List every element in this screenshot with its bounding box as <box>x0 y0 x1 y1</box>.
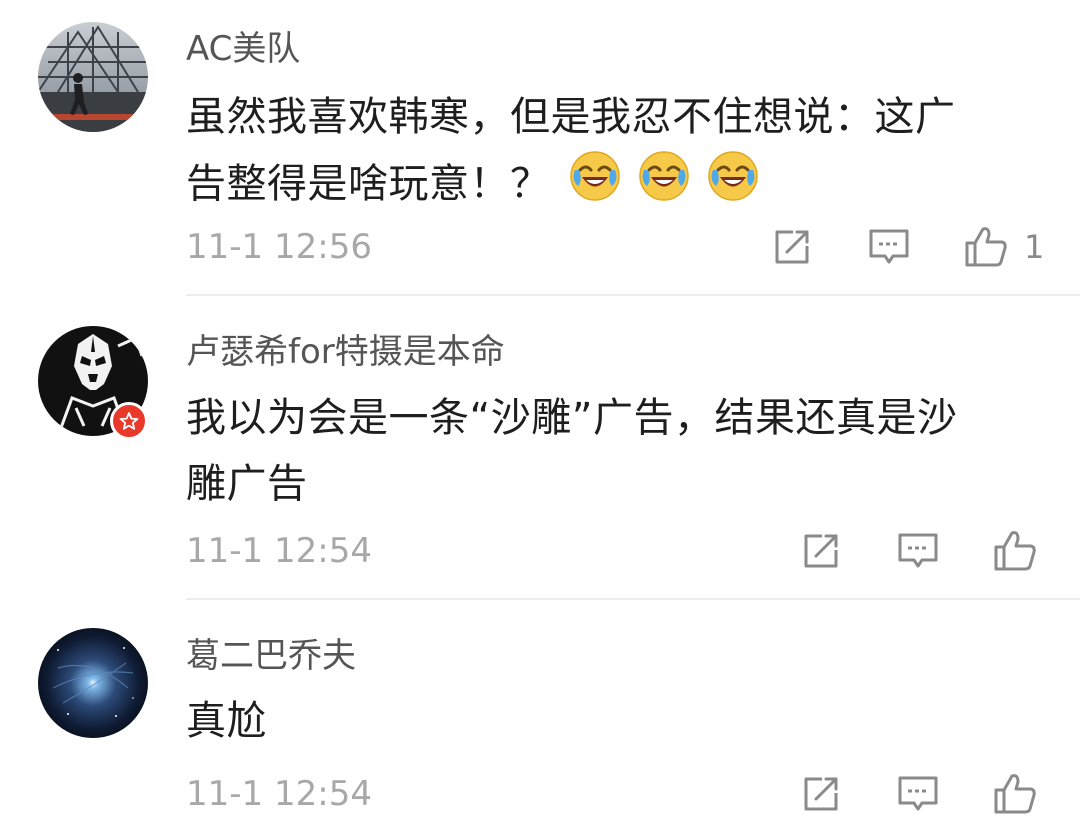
laughing-tears-emoji <box>707 150 759 222</box>
timestamp: 11-1 12:54 <box>186 774 372 814</box>
comment-item: 葛二巴乔夫 真尬 11-1 12:54 <box>0 600 1080 821</box>
like-button[interactable] <box>963 224 1009 270</box>
star-badge-icon <box>119 412 139 430</box>
comment-text-line: 虽然我喜欢韩寒，但是我忍不住想说：这广 <box>186 94 956 140</box>
share-icon <box>804 534 838 568</box>
share-button[interactable] <box>798 528 844 574</box>
timestamp: 11-1 12:54 <box>186 531 372 571</box>
share-button[interactable] <box>769 224 815 270</box>
emoji-row <box>569 150 763 222</box>
comment-text-line-with-emoji: 告整得是啥玩意！？ <box>186 150 1046 222</box>
comment-text-line: 真尬 <box>186 698 267 744</box>
comment-item: AC美队 虽然我喜欢韩寒，但是我忍不住想说：这广 告整得是啥玩意！？ 11-1 … <box>0 0 1080 296</box>
comment-text-line: 雕广告 <box>186 461 308 507</box>
comment-icon <box>898 776 938 811</box>
avatar[interactable] <box>38 22 148 132</box>
thumbs-up-icon <box>994 774 1036 814</box>
comment-text: 虽然我喜欢韩寒，但是我忍不住想说：这广 告整得是啥玩意！？ <box>186 84 1046 222</box>
verified-badge <box>110 402 148 440</box>
comment-button[interactable] <box>895 528 941 574</box>
comment-button[interactable] <box>895 771 941 817</box>
share-icon <box>804 777 838 811</box>
avatar[interactable] <box>38 628 148 738</box>
username[interactable]: 葛二巴乔夫 <box>186 636 356 676</box>
like-count: 1 <box>1024 228 1045 266</box>
comment-text-line: 我以为会是一条“沙雕”广告，结果还真是沙 <box>186 395 958 441</box>
share-button[interactable] <box>798 771 844 817</box>
username[interactable]: AC美队 <box>186 29 300 69</box>
comment-item: 卢瑟希for特摄是本命 我以为会是一条“沙雕”广告，结果还真是沙 雕广告 11-… <box>0 296 1080 600</box>
comment-icon <box>898 533 938 568</box>
comment-icon <box>869 229 909 264</box>
timestamp: 11-1 12:56 <box>186 227 372 267</box>
like-button[interactable] <box>992 771 1038 817</box>
thumbs-up-icon <box>965 227 1007 267</box>
comment-button[interactable] <box>866 224 912 270</box>
laughing-tears-emoji <box>569 150 621 222</box>
share-icon <box>775 230 809 264</box>
like-button[interactable] <box>992 528 1038 574</box>
comment-text: 我以为会是一条“沙雕”广告，结果还真是沙 雕广告 <box>186 385 1046 517</box>
comment-text-line: 告整得是啥玩意！？ <box>186 161 551 207</box>
comment-text: 真尬 <box>186 688 1046 754</box>
laughing-tears-emoji <box>638 150 690 222</box>
username[interactable]: 卢瑟希for特摄是本命 <box>186 332 505 372</box>
thumbs-up-icon <box>994 531 1036 571</box>
